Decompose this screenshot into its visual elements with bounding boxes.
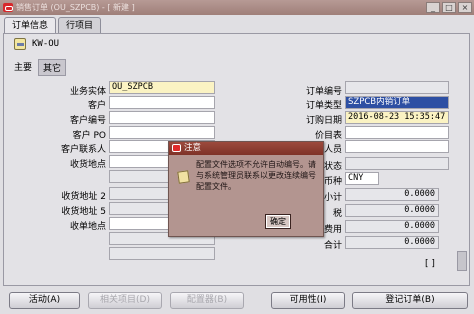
dialog-title-bar: 注意 <box>169 142 323 155</box>
ship-to-address-2-label: 收货地址 2 <box>61 192 106 202</box>
customer-number-field[interactable] <box>109 111 215 124</box>
record-icon <box>14 38 26 50</box>
dialog-title: 注意 <box>184 143 202 153</box>
status-field <box>345 157 449 170</box>
customer-number-label: 客户编号 <box>69 116 106 126</box>
order-type-field[interactable]: SZPCB内销订单 <box>345 96 449 109</box>
action-button-bar: 活动(A) 相关项目(D) 配置器(B) 可用性(I) 登记订单(B) <box>0 288 474 314</box>
record-indicator: KW-OU <box>14 38 59 50</box>
customer-field[interactable] <box>109 96 215 109</box>
dialog-message: 配置文件选项不允许自动编号。请与系统管理员联系以更改连续编号配置文件。 <box>196 160 316 191</box>
bill-to-address-2-field <box>109 247 215 260</box>
descriptive-flexfield[interactable]: [ ] <box>425 259 435 269</box>
customer-po-field[interactable] <box>109 126 215 139</box>
total-field: 0.0000 <box>345 236 439 249</box>
tax-field: 0.0000 <box>345 204 439 217</box>
order-date-label: 订购日期 <box>305 116 342 126</box>
oracle-app-icon <box>3 3 13 12</box>
sub-tabs: 主要 其它 <box>10 59 67 76</box>
window-title: 销售订单 (OU_SZPCB) - [ 新建 ] <box>16 3 135 12</box>
window-title-bar: 销售订单 (OU_SZPCB) - [ 新建 ] _ □ × <box>0 0 474 15</box>
customer-po-label: 客户 PO <box>72 131 106 141</box>
main-tabs: 订单信息 行项目 <box>4 17 103 34</box>
minimize-button[interactable]: _ <box>426 2 440 13</box>
book-order-button[interactable]: 登记订单(B) <box>352 292 468 309</box>
customer-contact-label: 客户联系人 <box>60 145 106 155</box>
ship-to-label: 收货地点 <box>69 160 106 170</box>
charges-field: 0.0000 <box>345 220 439 233</box>
notice-dialog: 注意 配置文件选项不允许自动编号。请与系统管理员联系以更改连续编号配置文件。 确… <box>168 141 324 237</box>
bill-to-label: 收单地点 <box>69 222 106 232</box>
total-label: 合计 <box>323 241 342 251</box>
scrollbar-stub[interactable] <box>457 251 467 271</box>
customer-label: 客户 <box>87 101 106 111</box>
order-date-field[interactable]: 2016-08-23 15:35:47 <box>345 111 449 124</box>
tab-line-items[interactable]: 行项目 <box>58 17 102 34</box>
salesperson-field[interactable] <box>345 140 449 153</box>
ship-to-address-5-label: 收货地址 5 <box>61 207 106 217</box>
price-list-field[interactable] <box>345 126 449 139</box>
oracle-icon <box>172 144 181 152</box>
maximize-button[interactable]: □ <box>442 2 456 13</box>
currency-field[interactable]: CNY <box>345 172 379 185</box>
ok-button[interactable]: 确定 <box>265 214 291 229</box>
dialog-body: 配置文件选项不允许自动编号。请与系统管理员联系以更改连续编号配置文件。 确定 <box>169 155 323 236</box>
tab-order-info[interactable]: 订单信息 <box>4 17 57 34</box>
related-items-button[interactable]: 相关项目(D) <box>88 292 162 309</box>
record-label: KW-OU <box>32 39 60 49</box>
business-entity-field[interactable]: OU_SZPCB <box>109 81 215 94</box>
subtab-other[interactable]: 其它 <box>38 59 67 76</box>
subtab-main[interactable]: 主要 <box>10 59 36 76</box>
subtotal-field: 0.0000 <box>345 188 439 201</box>
actions-button[interactable]: 活动(A) <box>9 292 80 309</box>
configurator-button[interactable]: 配置器(B) <box>170 292 244 309</box>
order-type-label: 订单类型 <box>305 101 342 111</box>
availability-button[interactable]: 可用性(I) <box>271 292 345 309</box>
business-entity-label: 业务实体 <box>69 87 106 97</box>
order-number-label: 订单编号 <box>305 87 342 97</box>
order-number-field <box>345 81 449 94</box>
price-list-label: 价目表 <box>314 131 342 141</box>
note-icon <box>177 170 190 184</box>
close-button[interactable]: × <box>458 2 472 13</box>
